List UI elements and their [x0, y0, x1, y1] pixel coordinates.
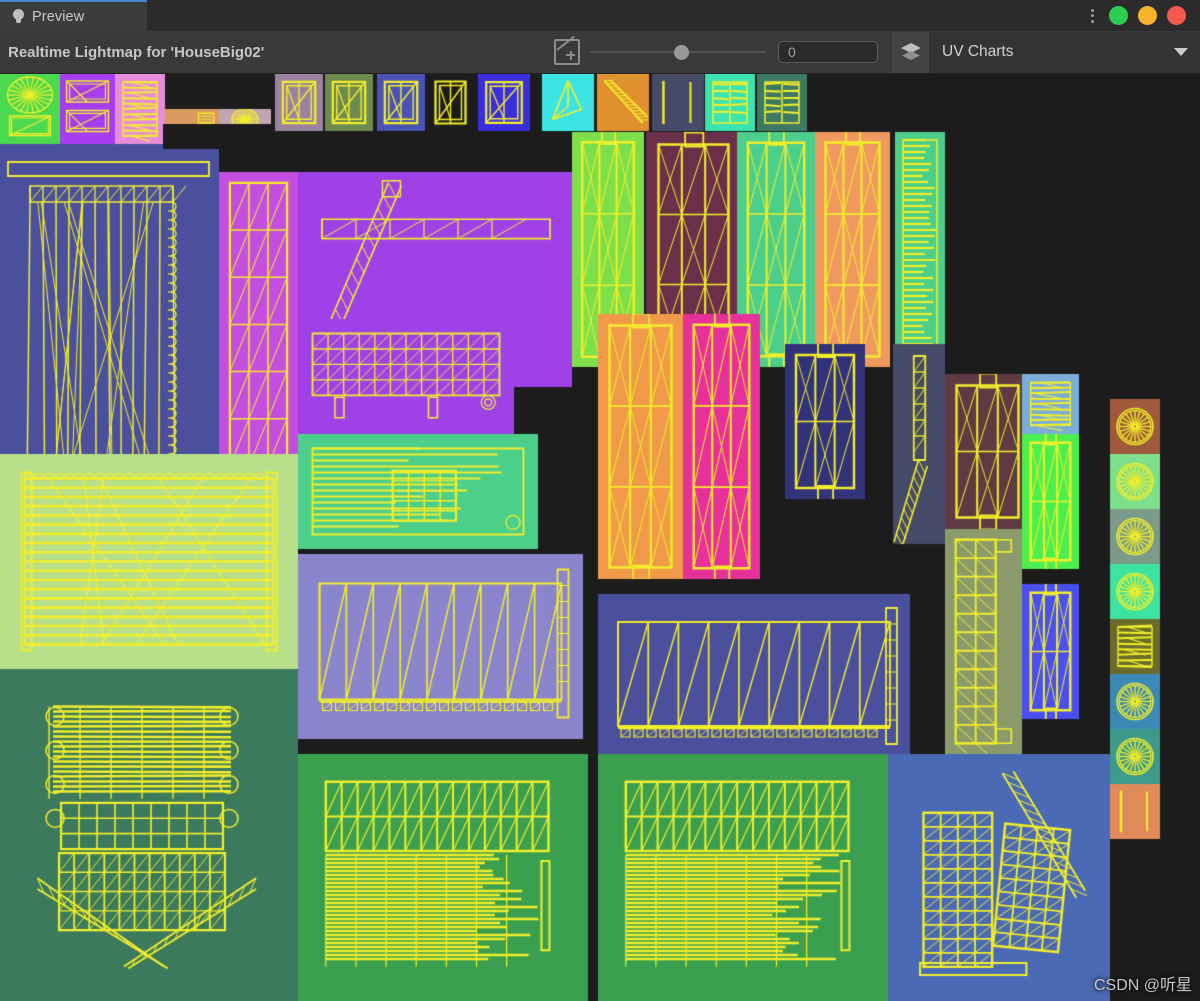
window-controls: [1091, 0, 1200, 31]
exposure-slider[interactable]: [590, 44, 766, 60]
window-tabbar: Preview: [0, 0, 1200, 31]
chevron-down-icon: [1174, 48, 1188, 56]
uv-charts-canvas[interactable]: [0, 74, 1200, 1001]
page-title: Realtime Lightmap for 'HouseBig02': [0, 44, 264, 61]
slider-knob[interactable]: [674, 45, 689, 60]
tab-preview[interactable]: Preview: [0, 0, 147, 31]
minimize-button[interactable]: [1138, 6, 1157, 25]
preview-window: Preview Realtime Lightmap for 'HouseBig0…: [0, 0, 1200, 1001]
maximize-button[interactable]: [1109, 6, 1128, 25]
uv-mode-label: UV Charts: [942, 43, 1174, 61]
layers-icon: [900, 42, 922, 62]
kebab-menu-icon[interactable]: [1091, 9, 1094, 23]
preview-toolbar: Realtime Lightmap for 'HouseBig02' 0 UV …: [0, 31, 1200, 74]
tab-preview-label: Preview: [32, 9, 84, 25]
exposure-icon: [554, 39, 580, 65]
close-button[interactable]: [1167, 6, 1186, 25]
exposure-value-field[interactable]: 0: [778, 41, 878, 63]
uv-mode-dropdown[interactable]: UV Charts: [929, 32, 1200, 73]
tabbar-filler: [147, 0, 1091, 31]
lightmap-preview-canvas[interactable]: CSDN @听星: [0, 74, 1200, 1001]
lightbulb-icon: [12, 9, 25, 24]
layers-button[interactable]: [892, 32, 929, 73]
